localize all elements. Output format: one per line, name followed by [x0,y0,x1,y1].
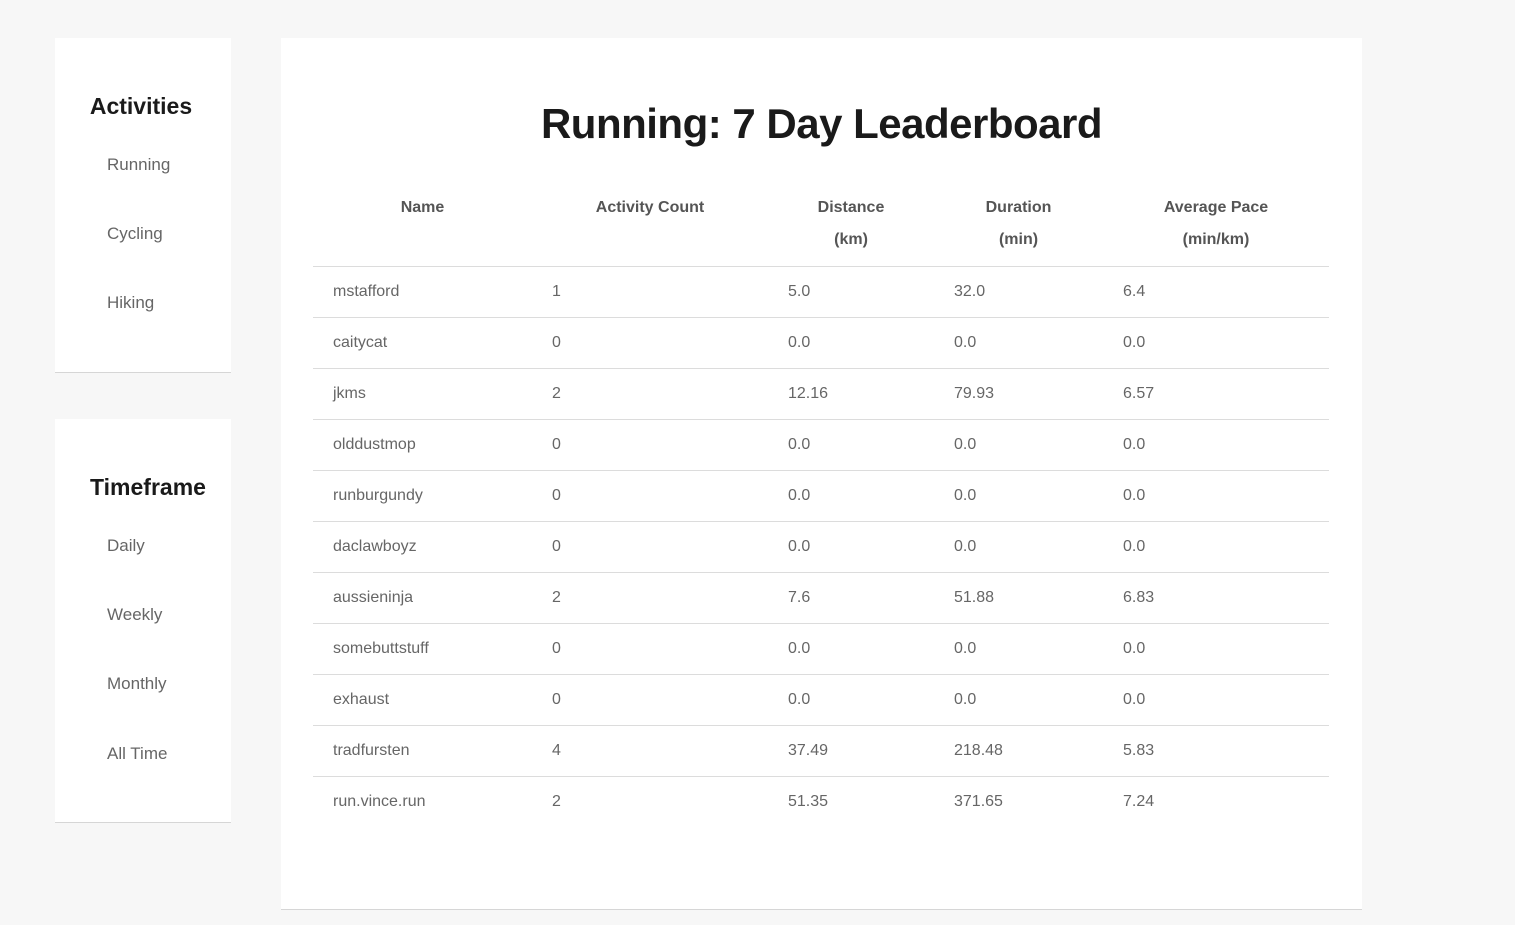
cell-activity-count: 0 [532,470,768,522]
timeframe-item-monthly[interactable]: Monthly [107,674,167,694]
header-duration: Duration (min) [934,184,1103,267]
cell-distance: 0.0 [768,419,934,471]
header-average-pace: Average Pace (min/km) [1103,184,1329,267]
cell-distance: 0.0 [768,674,934,726]
cell-name: runburgundy [313,470,532,522]
header-average-pace-label: Average Pace [1163,199,1269,216]
cell-average-pace: 0.0 [1103,521,1329,573]
cell-distance: 0.0 [768,470,934,522]
timeframe-title: Timeframe [90,474,206,500]
cell-distance: 0.0 [768,317,934,369]
page-title: Running: 7 Day Leaderboard [540,100,1103,147]
cell-name: mstafford [313,266,532,318]
cell-distance: 0.0 [768,623,934,675]
table-row: jkms 2 12.16 79.93 6.57 [313,368,1329,420]
cell-average-pace: 0.0 [1103,470,1329,522]
timeframe-item-all-time[interactable]: All Time [107,744,167,764]
cell-average-pace: 6.57 [1103,368,1329,420]
timeframe-item-weekly[interactable]: Weekly [107,605,162,625]
table-row: olddustmop 0 0.0 0.0 0.0 [313,419,1329,471]
cell-activity-count: 4 [532,725,768,777]
header-distance-label: Distance [817,199,885,216]
table-row: exhaust 0 0.0 0.0 0.0 [313,674,1329,726]
cell-average-pace: 6.83 [1103,572,1329,624]
cell-name: olddustmop [313,419,532,471]
cell-name: tradfursten [313,725,532,777]
cell-average-pace: 0.0 [1103,674,1329,726]
header-name-label: Name [400,199,445,216]
cell-name: daclawboyz [313,521,532,573]
activities-panel: Activities Running Cycling Hiking [55,38,231,373]
header-activity-count: Activity Count [532,184,768,267]
header-distance: Distance (km) [768,184,934,267]
table-header-row: Name Activity Count Distance (km) Duratio… [313,184,1329,267]
cell-distance: 0.0 [768,521,934,573]
header-average-pace-unit: (min/km) [1182,231,1250,248]
timeframe-item-daily[interactable]: Daily [107,536,145,556]
table-row: runburgundy 0 0.0 0.0 0.0 [313,470,1329,522]
header-name: Name [313,184,532,267]
timeframe-panel: Timeframe Daily Weekly Monthly All Time [55,419,231,823]
header-activity-count-label: Activity Count [595,199,705,216]
table-row: aussieninja 2 7.6 51.88 6.83 [313,572,1329,624]
cell-duration: 0.0 [934,470,1103,522]
leaderboard-body: mstafford 1 5.0 32.0 6.4 caitycat 0 0.0 0.0 0.0 jk… [313,266,1329,828]
cell-duration: 0.0 [934,674,1103,726]
cell-activity-count: 0 [532,317,768,369]
cell-average-pace: 6.4 [1103,266,1329,318]
cell-name: aussieninja [313,572,532,624]
cell-average-pace: 0.0 [1103,419,1329,471]
header-distance-unit: (km) [834,231,868,248]
cell-distance: 7.6 [768,572,934,624]
cell-average-pace: 7.24 [1123,793,1155,810]
activity-item-hiking[interactable]: Hiking [107,293,154,313]
cell-name: run.vince.run [333,793,426,810]
cell-duration: 51.88 [934,572,1103,624]
cell-duration: 218.48 [934,725,1103,777]
table-row: daclawboyz 0 0.0 0.0 0.0 [313,521,1329,573]
table-row: caitycat 0 0.0 0.0 0.0 [313,317,1329,369]
table-row: run.vince.run 2 51.35 371.65 7.24 [313,777,1329,828]
cell-duration: 0.0 [934,521,1103,573]
cell-distance: 12.16 [768,368,934,420]
cell-average-pace: 0.0 [1103,623,1329,675]
cell-duration: 0.0 [934,623,1103,675]
activity-item-running[interactable]: Running [107,155,170,175]
cell-activity-count: 2 [532,368,768,420]
cell-name: jkms [313,368,532,420]
cell-activity-count: 0 [532,419,768,471]
cell-activity-count: 0 [532,521,768,573]
cell-activity-count: 2 [552,793,561,810]
cell-distance: 37.49 [768,725,934,777]
cell-distance: 51.35 [788,793,829,810]
cell-activity-count: 2 [532,572,768,624]
cell-activity-count: 0 [532,674,768,726]
cell-duration: 371.65 [954,793,1003,810]
cell-activity-count: 1 [532,266,768,318]
header-duration-unit: (min) [998,231,1039,248]
leaderboard-panel: Running: 7 Day Leaderboard Name Activity… [281,38,1362,910]
cell-name: exhaust [313,674,532,726]
activities-title: Activities [89,93,193,119]
cell-duration: 0.0 [934,419,1103,471]
activity-item-cycling[interactable]: Cycling [107,224,163,244]
table-row: mstafford 1 5.0 32.0 6.4 [313,266,1329,318]
cell-duration: 0.0 [934,317,1103,369]
cell-name: caitycat [313,317,532,369]
table-row: somebuttstuff 0 0.0 0.0 0.0 [313,623,1329,675]
leaderboard-table: Name Activity Count Distance (km) Duratio… [313,184,1329,827]
cell-name: somebuttstuff [313,623,532,675]
cell-average-pace: 0.0 [1103,317,1329,369]
table-row: tradfursten 4 37.49 218.48 5.83 [313,725,1329,777]
cell-activity-count: 0 [532,623,768,675]
cell-duration: 32.0 [934,266,1103,318]
cell-duration: 79.93 [934,368,1103,420]
cell-distance: 5.0 [768,266,934,318]
header-duration-label: Duration [985,199,1052,216]
cell-average-pace: 5.83 [1103,725,1329,777]
